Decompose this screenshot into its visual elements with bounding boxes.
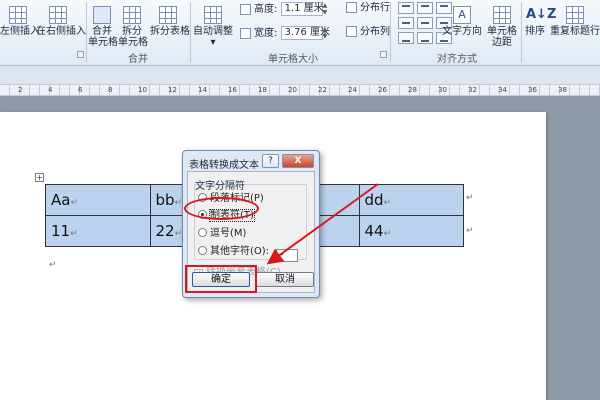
insert-left-button[interactable]: 左侧插入: [0, 6, 40, 37]
ruler-number: 34: [498, 86, 507, 94]
cell-end-mark: ↵: [174, 198, 183, 208]
ruler-number: 18: [258, 86, 267, 94]
merge-group-title: 合并: [128, 54, 148, 65]
text-direction-button[interactable]: A 文字方向: [440, 6, 484, 37]
group-separator: [190, 2, 191, 62]
paragraph-mark: ↵: [49, 260, 57, 270]
radio-button-icon[interactable]: [198, 228, 207, 237]
align-bottom-left-icon[interactable]: [398, 32, 414, 44]
table-cell[interactable]: 44↵: [358, 215, 464, 247]
group-separator: [390, 2, 391, 62]
cancel-button[interactable]: 取消: [256, 272, 314, 287]
horizontal-ruler[interactable]: 2 4 6 8 10 12 14 16 18 20 22 24 26 28 30…: [0, 84, 600, 96]
align-top-center-icon[interactable]: [417, 2, 433, 14]
ruler-number: 26: [378, 86, 387, 94]
split-cells-button[interactable]: 拆分 单元格: [118, 6, 148, 48]
distribute-columns-icon: [346, 26, 357, 37]
ruler-number: 22: [318, 86, 327, 94]
insert-right-button[interactable]: 在右侧插入: [36, 6, 86, 37]
sort-icon: A↓Z: [526, 7, 557, 22]
repeat-header-button[interactable]: 重复标题行: [550, 6, 600, 37]
alignment-group-title: 对齐方式: [437, 54, 477, 65]
height-input[interactable]: 1.1 厘米: [280, 2, 324, 16]
ruler-number: 24: [348, 86, 357, 94]
radio-comma[interactable]: 逗号(M): [198, 228, 246, 240]
annotation-box: [185, 265, 257, 293]
cell-end-mark: ↵: [383, 229, 392, 239]
merge-cells-icon: [93, 6, 111, 24]
cell-end-mark: ↵: [383, 198, 392, 208]
table-cell[interactable]: Aa↵: [45, 184, 151, 216]
repeat-header-icon: [566, 6, 584, 24]
cell-margins-button[interactable]: 单元格 边距: [484, 6, 520, 48]
insert-left-icon: [9, 6, 27, 24]
ruler-number: 6: [78, 86, 83, 94]
table-move-handle-icon[interactable]: +: [35, 173, 44, 182]
distribute-cols-button[interactable]: 分布列: [346, 26, 390, 38]
annotation-ellipse: [184, 197, 259, 220]
cell-end-mark: ↵: [70, 198, 78, 208]
text-direction-icon: A: [453, 6, 471, 24]
width-control: 宽度: 3.76 厘米▲ ▼: [240, 26, 331, 40]
chevron-down-icon: ▾: [210, 37, 216, 48]
autofit-button[interactable]: 自动调整 ▾: [193, 6, 233, 48]
ruler-number: 16: [228, 86, 237, 94]
width-input[interactable]: 3.76 厘米: [280, 26, 330, 40]
column-width-icon: [240, 27, 251, 39]
ruler-number: 32: [468, 86, 477, 94]
cell-margins-icon: [493, 6, 511, 24]
autofit-icon: [204, 6, 222, 24]
cell-size-launcher-icon[interactable]: [380, 51, 387, 58]
width-spinner-icon[interactable]: ▲ ▼: [323, 26, 331, 40]
rows-columns-launcher-icon[interactable]: [77, 51, 84, 58]
ruler-number: 36: [528, 86, 537, 94]
cell-end-mark: ↵: [70, 229, 78, 239]
row-end-mark: ↵: [466, 226, 474, 236]
split-table-icon: [159, 6, 177, 24]
height-spinner-icon[interactable]: ▲ ▼: [323, 2, 331, 16]
ruler-number: 10: [138, 86, 147, 94]
align-bottom-center-icon[interactable]: [417, 32, 433, 44]
radio-other-char[interactable]: 其他字符(O):: [198, 246, 269, 258]
split-cells-icon: [123, 6, 141, 24]
split-table-button[interactable]: 拆分表格: [150, 6, 190, 37]
ruler-ticks: [0, 85, 600, 95]
sort-button[interactable]: A↓Z 排序: [523, 6, 557, 37]
distribute-rows-icon: [346, 2, 357, 13]
ribbon-gap: [0, 66, 600, 84]
table-cell[interactable]: 11↵: [45, 215, 151, 247]
ruler-number: 28: [408, 86, 417, 94]
group-separator: [86, 2, 87, 62]
height-control: 高度: 1.1 厘米▲ ▼: [240, 2, 331, 16]
separator-legend: 文字分隔符: [195, 181, 245, 192]
row-end-mark: ↵: [466, 193, 474, 203]
cell-size-group-title: 单元格大小: [268, 54, 318, 65]
ruler-number: 12: [168, 86, 177, 94]
ruler-number: 4: [48, 86, 53, 94]
ruler-number: 38: [558, 86, 567, 94]
ruler-number: 14: [198, 86, 207, 94]
align-middle-left-icon[interactable]: [398, 17, 414, 29]
help-button[interactable]: ?: [262, 154, 279, 168]
table-cell[interactable]: dd↵: [358, 184, 464, 216]
ruler-number: 8: [108, 86, 113, 94]
ruler-number: 30: [438, 86, 447, 94]
row-height-icon: [240, 3, 251, 15]
ruler-number: 20: [288, 86, 297, 94]
other-char-input[interactable]: -: [276, 249, 298, 262]
align-top-left-icon[interactable]: [398, 2, 414, 14]
close-button[interactable]: X: [282, 154, 314, 168]
insert-right-icon: [49, 6, 67, 24]
merge-cells-button[interactable]: 合并 单元格: [88, 6, 118, 48]
ruler-number: 2: [18, 86, 23, 94]
distribute-rows-button[interactable]: 分布行: [346, 2, 390, 14]
radio-button-icon[interactable]: [198, 246, 207, 255]
ribbon-table-layout: 左侧插入 在右侧插入 合并 单元格 拆分 单元格 拆分表格 合并 自动调整 ▾ …: [0, 0, 600, 66]
dialog-title: 表格转换成文本: [189, 160, 259, 171]
group-separator: [521, 2, 522, 62]
cell-end-mark: ↵: [174, 229, 183, 239]
align-middle-center-icon[interactable]: [417, 17, 433, 29]
